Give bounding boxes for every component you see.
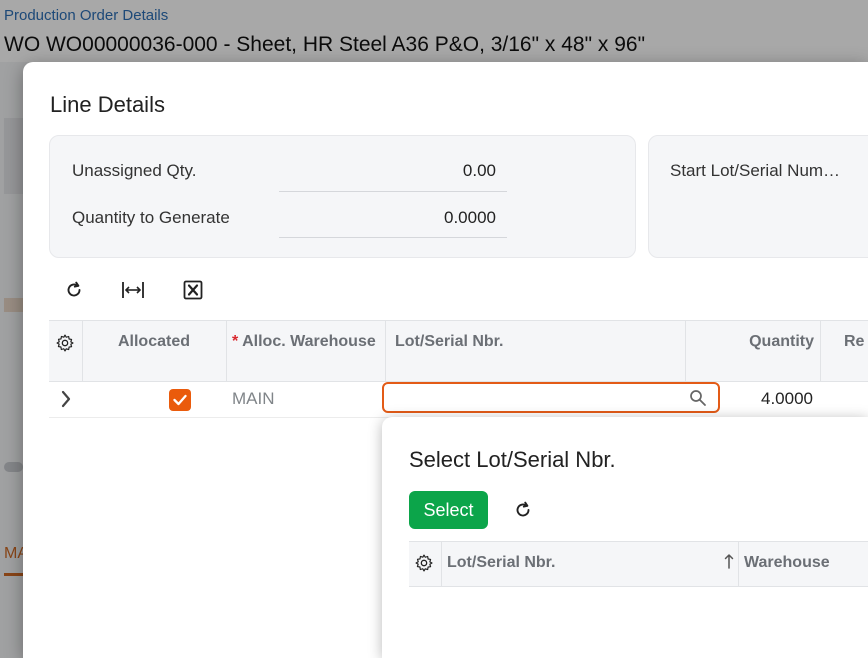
refresh-icon xyxy=(67,281,81,297)
field-underline xyxy=(279,237,507,238)
column-label: Alloc. Warehouse xyxy=(242,333,376,350)
alloc-warehouse-cell[interactable]: MAIN xyxy=(232,381,275,417)
summary-card: Unassigned Qty. 0.00 Quantity to Generat… xyxy=(49,135,636,258)
column-header-alloc-warehouse[interactable]: * Alloc. Warehouse xyxy=(227,321,386,381)
lot-selector-popup: Select Lot/Serial Nbr. Select Lot/Serial… xyxy=(382,417,868,658)
search-icon[interactable] xyxy=(689,389,707,407)
qty-to-generate-label: Quantity to Generate xyxy=(72,208,230,227)
chevron-right-icon xyxy=(61,390,71,408)
row-expand-button[interactable] xyxy=(59,381,79,417)
select-button[interactable]: Select xyxy=(409,491,488,529)
column-header-allocated[interactable]: Allocated xyxy=(82,321,227,381)
gear-icon xyxy=(415,554,433,572)
fit-columns-button[interactable] xyxy=(118,275,148,305)
lot-serial-input[interactable] xyxy=(382,382,720,413)
fit-columns-icon xyxy=(122,282,144,298)
column-header-quantity[interactable]: Quantity xyxy=(686,321,821,381)
start-lot-card: Start Lot/Serial Num… xyxy=(648,135,868,258)
column-settings-button[interactable] xyxy=(49,321,83,381)
export-excel-button[interactable] xyxy=(178,275,208,305)
popup-grid-header: Lot/Serial Nbr. Warehouse xyxy=(409,541,868,587)
sort-ascending-icon xyxy=(724,554,734,569)
popup-title: Select Lot/Serial Nbr. xyxy=(409,447,616,472)
popup-column-header-warehouse[interactable]: Warehouse xyxy=(739,542,868,586)
column-header-rec[interactable]: Re xyxy=(822,321,868,381)
gear-icon xyxy=(56,334,74,352)
popup-column-settings-button[interactable] xyxy=(409,542,442,586)
popup-refresh-button[interactable] xyxy=(508,495,538,525)
grid-header: Allocated * Alloc. Warehouse Lot/Serial … xyxy=(49,320,868,382)
checkmark-icon xyxy=(173,394,187,406)
unassigned-qty-value: 0.00 xyxy=(462,161,496,180)
qty-to-generate-field[interactable]: 0.0000 xyxy=(296,208,496,228)
dialog-title: Line Details xyxy=(50,92,165,117)
popup-column-header-lot-serial[interactable]: Lot/Serial Nbr. xyxy=(441,542,739,586)
refresh-icon xyxy=(516,501,530,517)
column-header-lot-serial[interactable]: Lot/Serial Nbr. xyxy=(386,321,686,381)
required-marker: * xyxy=(232,333,239,350)
line-details-dialog: Line Details Unassigned Qty. 0.00 Quanti… xyxy=(23,62,868,658)
excel-export-icon xyxy=(183,280,203,300)
column-label: Lot/Serial Nbr. xyxy=(447,554,556,571)
field-underline xyxy=(279,191,507,192)
refresh-button[interactable] xyxy=(59,275,89,305)
start-lot-label: Start Lot/Serial Num… xyxy=(670,161,841,180)
allocated-checkbox[interactable] xyxy=(169,389,191,411)
unassigned-qty-label: Unassigned Qty. xyxy=(72,161,197,180)
